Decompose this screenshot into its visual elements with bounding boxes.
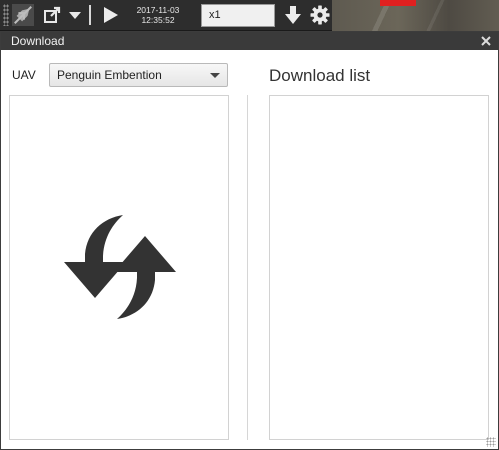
- play-icon[interactable]: [101, 2, 121, 28]
- dialog-title: Download: [11, 34, 65, 48]
- chevron-down-icon: [210, 73, 220, 78]
- top-toolbar: 2017-11-03 12:35:52 x1: [0, 0, 332, 31]
- dialog-titlebar[interactable]: Download: [1, 32, 498, 50]
- uav-label: UAV: [12, 68, 36, 82]
- download-list-title: Download list: [269, 66, 371, 85]
- timestamp: 2017-11-03 12:35:52: [131, 2, 185, 28]
- download-icon[interactable]: [282, 2, 304, 28]
- download-dialog: Download UAV Penguin Embention Download …: [0, 31, 499, 450]
- sync-icon[interactable]: [55, 202, 185, 332]
- uav-select[interactable]: Penguin Embention: [49, 63, 228, 87]
- timestamp-date: 2017-11-03: [136, 5, 180, 15]
- resize-grip[interactable]: [486, 437, 496, 447]
- toolbar-grip[interactable]: [3, 4, 9, 26]
- plane-icon[interactable]: [11, 2, 35, 28]
- close-icon[interactable]: [478, 33, 494, 49]
- open-external-icon[interactable]: [41, 2, 63, 28]
- timestamp-time: 12:35:52: [141, 15, 175, 25]
- map-marker: [380, 0, 416, 6]
- speed-input[interactable]: x1: [201, 3, 275, 27]
- panel-divider: [247, 95, 248, 440]
- gear-icon[interactable]: [308, 2, 332, 28]
- uav-select-value: Penguin Embention: [57, 68, 162, 82]
- uav-files-panel[interactable]: [9, 95, 229, 440]
- map-view[interactable]: [332, 0, 499, 31]
- chevron-down-icon[interactable]: [65, 2, 85, 28]
- toolbar-separator: [89, 5, 91, 25]
- download-list[interactable]: [269, 95, 489, 440]
